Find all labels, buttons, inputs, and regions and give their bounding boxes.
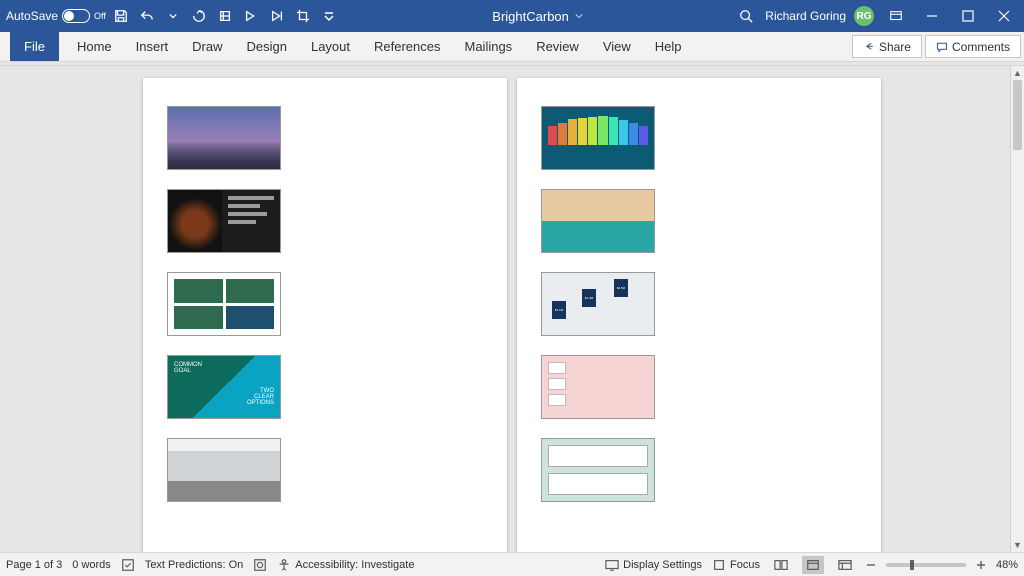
page-1[interactable]: COMMON GOAL TWO CLEAR OPTIONS	[143, 78, 507, 552]
slide-thumb[interactable]	[167, 189, 281, 253]
scroll-down-icon[interactable]: ▼	[1011, 538, 1024, 552]
tab-references[interactable]: References	[362, 32, 452, 61]
redo-icon[interactable]	[188, 5, 210, 27]
qat-customize-icon[interactable]	[318, 5, 340, 27]
qat-icon-1[interactable]	[214, 5, 236, 27]
user-name[interactable]: Richard Goring	[765, 9, 846, 23]
autosave-pill[interactable]	[62, 9, 90, 23]
ribbon-tabs: File Home Insert Draw Design Layout Refe…	[0, 32, 1024, 62]
tab-draw[interactable]: Draw	[180, 32, 234, 61]
status-accessibility[interactable]: Accessibility: Investigate	[277, 558, 414, 572]
zoom-in-button[interactable]	[976, 560, 986, 570]
status-accessibility-label: Accessibility: Investigate	[295, 559, 414, 571]
slide-text: $2.5M	[614, 279, 628, 297]
user-avatar[interactable]: RG	[854, 6, 874, 26]
tab-insert[interactable]: Insert	[124, 32, 181, 61]
slide-thumb[interactable]	[541, 438, 655, 502]
save-icon[interactable]	[110, 5, 132, 27]
slide-text: OPTIONS	[174, 400, 274, 406]
status-focus-label: Focus	[730, 559, 760, 571]
zoom-slider-thumb[interactable]	[910, 560, 914, 570]
zoom-out-button[interactable]	[866, 560, 876, 570]
slide-thumb[interactable]	[167, 272, 281, 336]
vertical-scrollbar[interactable]: ▲ ▼	[1010, 66, 1024, 552]
qat-icon-3[interactable]	[266, 5, 288, 27]
view-web-layout-icon[interactable]	[834, 556, 856, 574]
tab-review[interactable]: Review	[524, 32, 591, 61]
status-page[interactable]: Page 1 of 3	[6, 559, 62, 571]
autosave-toggle[interactable]: AutoSave Off	[6, 9, 106, 23]
tab-home[interactable]: Home	[65, 32, 124, 61]
tab-mailings[interactable]: Mailings	[453, 32, 525, 61]
title-dropdown-icon[interactable]	[575, 9, 583, 23]
comments-button[interactable]: Comments	[925, 35, 1021, 58]
slide-thumb[interactable]: COMMON GOAL TWO CLEAR OPTIONS	[167, 355, 281, 419]
slide-thumb[interactable]	[167, 106, 281, 170]
slide-thumb[interactable]	[167, 438, 281, 502]
scroll-thumb[interactable]	[1013, 80, 1022, 150]
slide-text: GOAL	[174, 368, 274, 374]
status-focus[interactable]: Focus	[712, 558, 760, 572]
slide-thumb[interactable]	[541, 355, 655, 419]
crop-icon[interactable]	[292, 5, 314, 27]
maximize-icon[interactable]	[954, 2, 982, 30]
scroll-up-icon[interactable]: ▲	[1011, 66, 1024, 80]
qat-icon-2[interactable]	[240, 5, 262, 27]
tab-design[interactable]: Design	[235, 32, 299, 61]
slide-text: $1.1M	[552, 301, 566, 319]
tab-file[interactable]: File	[10, 32, 59, 61]
slide-thumb[interactable]	[541, 189, 655, 253]
share-label: Share	[879, 40, 911, 54]
search-icon[interactable]	[735, 5, 757, 27]
undo-icon[interactable]	[136, 5, 158, 27]
slide-text: $1.4M	[582, 289, 596, 307]
status-text-predictions[interactable]: Text Predictions: On	[145, 559, 243, 571]
scroll-track[interactable]	[1011, 80, 1024, 538]
share-button[interactable]: Share	[852, 35, 922, 58]
status-display-settings[interactable]: Display Settings	[605, 558, 702, 572]
zoom-level[interactable]: 48%	[996, 559, 1018, 571]
view-read-mode-icon[interactable]	[770, 556, 792, 574]
ribbon-display-icon[interactable]	[882, 2, 910, 30]
close-icon[interactable]	[990, 2, 1018, 30]
slide-thumb[interactable]: $1.1M $1.4M $2.5M	[541, 272, 655, 336]
status-display-settings-label: Display Settings	[623, 559, 702, 571]
comments-label: Comments	[952, 40, 1010, 54]
document-workspace[interactable]: COMMON GOAL TWO CLEAR OPTIONS $1.1M $1.4…	[0, 66, 1024, 552]
page-2[interactable]: $1.1M $1.4M $2.5M	[517, 78, 881, 552]
autosave-state: Off	[94, 11, 106, 21]
status-spellcheck-icon[interactable]	[121, 558, 135, 572]
status-bar: Page 1 of 3 0 words Text Predictions: On…	[0, 552, 1024, 576]
view-print-layout-icon[interactable]	[802, 556, 824, 574]
slide-thumb[interactable]	[541, 106, 655, 170]
document-title[interactable]: BrightCarbon	[492, 9, 569, 24]
tab-layout[interactable]: Layout	[299, 32, 362, 61]
minimize-icon[interactable]	[918, 2, 946, 30]
tab-view[interactable]: View	[591, 32, 643, 61]
autosave-label: AutoSave	[6, 9, 58, 23]
status-word-count[interactable]: 0 words	[72, 559, 111, 571]
title-bar: AutoSave Off BrightCarbon Richard Goring…	[0, 0, 1024, 32]
zoom-slider[interactable]	[886, 563, 966, 567]
status-macro-icon[interactable]	[253, 558, 267, 572]
undo-dropdown-icon[interactable]	[162, 5, 184, 27]
tab-help[interactable]: Help	[643, 32, 694, 61]
